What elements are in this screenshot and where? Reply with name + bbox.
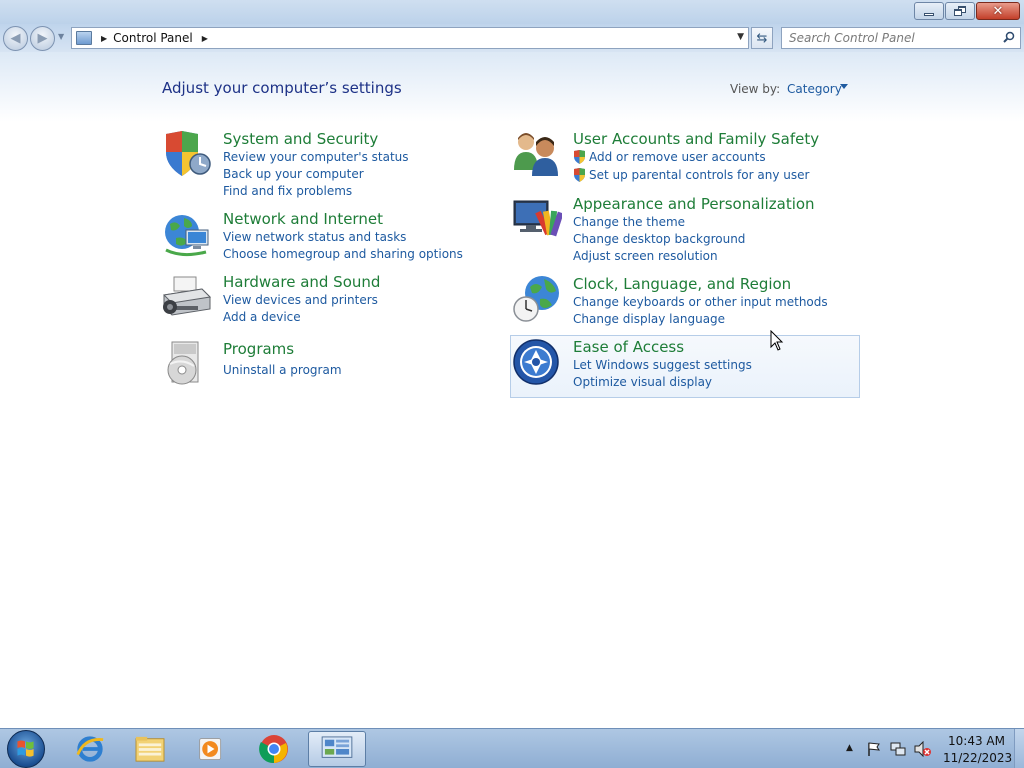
task-link[interactable]: Change display language <box>573 312 725 326</box>
breadcrumb-arrow-icon[interactable]: ▶ <box>101 34 107 43</box>
folder-icon <box>135 736 165 762</box>
refresh-button[interactable]: ⇆ <box>751 27 773 49</box>
address-bar[interactable]: ▶ Control Panel ▶ ▼ <box>71 27 749 49</box>
task-link[interactable]: Set up parental controls for any user <box>589 168 809 182</box>
refresh-icon: ⇆ <box>756 30 768 46</box>
category-hardware-and-sound: Hardware and Sound View devices and prin… <box>162 273 462 325</box>
ease-of-access-icon[interactable] <box>512 338 562 386</box>
start-button[interactable] <box>7 730 45 768</box>
clock-time[interactable]: 10:43 AM <box>948 734 1005 748</box>
task-link[interactable]: Add or remove user accounts <box>589 150 766 164</box>
category-title[interactable]: Network and Internet <box>223 210 383 228</box>
chrome-icon <box>259 735 288 764</box>
category-network-and-internet: Network and Internet View network status… <box>162 210 463 262</box>
category-title[interactable]: Appearance and Personalization <box>573 195 815 213</box>
content-area: Adjust your computer’s settings View by:… <box>0 52 1024 728</box>
taskbar-control-panel[interactable] <box>308 731 366 767</box>
forward-button[interactable]: ▶ <box>30 26 55 51</box>
volume-muted-icon[interactable] <box>914 741 932 757</box>
task-link[interactable]: Change keyboards or other input methods <box>573 295 828 309</box>
breadcrumb-arrow-icon[interactable]: ▶ <box>202 34 208 43</box>
address-history-dropdown[interactable]: ▼ <box>737 32 744 42</box>
search-box[interactable] <box>781 27 1021 49</box>
taskbar: ▲ 10:43 AM 11/22/2023 <box>0 728 1024 768</box>
category-title[interactable]: Clock, Language, and Region <box>573 275 791 293</box>
monitor-palette-icon[interactable] <box>512 195 562 243</box>
restore-button[interactable] <box>945 2 975 20</box>
category-title[interactable]: Hardware and Sound <box>223 273 380 291</box>
clock-globe-icon[interactable] <box>512 275 562 323</box>
breadcrumb-control-panel[interactable]: Control Panel <box>113 31 193 45</box>
category-title[interactable]: Programs <box>223 340 294 358</box>
restore-icon <box>954 6 966 16</box>
task-link[interactable]: Review your computer's status <box>223 150 409 164</box>
taskbar-windows-explorer[interactable] <box>121 731 179 767</box>
control-panel-icon <box>321 736 353 758</box>
view-by-dropdown[interactable]: Category <box>787 82 842 96</box>
minimize-icon <box>924 12 934 16</box>
view-by-label: View by: <box>730 82 781 96</box>
task-link[interactable]: Let Windows suggest settings <box>573 358 752 372</box>
chevron-down-icon[interactable] <box>840 84 848 89</box>
programs-disc-icon[interactable] <box>162 340 212 388</box>
windows-logo-icon <box>17 740 34 757</box>
category-user-accounts: User Accounts and Family Safety Add or r… <box>512 130 832 184</box>
caption-buttons: ✕ <box>914 2 1020 20</box>
printer-speaker-icon[interactable] <box>162 273 212 321</box>
media-player-icon <box>199 738 222 760</box>
title-bar: ✕ <box>0 0 1024 24</box>
back-arrow-icon: ◀ <box>10 31 21 46</box>
recent-pages-dropdown[interactable]: ▼ <box>58 32 64 41</box>
category-appearance: Appearance and Personalization Change th… <box>512 195 832 263</box>
close-button[interactable]: ✕ <box>976 2 1020 20</box>
network-globe-icon[interactable] <box>162 210 212 258</box>
clock-date[interactable]: 11/22/2023 <box>943 751 1012 765</box>
network-icon[interactable] <box>890 741 906 757</box>
task-link[interactable]: Find and fix problems <box>223 184 352 198</box>
task-link[interactable]: Change the theme <box>573 215 685 229</box>
search-icon[interactable] <box>1003 31 1015 43</box>
category-system-and-security: System and Security Review your computer… <box>162 130 462 198</box>
category-ease-of-access: Ease of Access Let Windows suggest setti… <box>512 338 832 390</box>
uac-shield-icon <box>574 168 585 182</box>
taskbar-google-chrome[interactable] <box>245 731 303 767</box>
task-link[interactable]: Optimize visual display <box>573 375 712 389</box>
task-link[interactable]: Change desktop background <box>573 232 745 246</box>
shield-security-icon[interactable] <box>162 130 212 178</box>
category-title[interactable]: System and Security <box>223 130 378 148</box>
back-button[interactable]: ◀ <box>3 26 28 51</box>
task-link[interactable]: View devices and printers <box>223 293 378 307</box>
close-icon: ✕ <box>992 3 1004 19</box>
task-link[interactable]: View network status and tasks <box>223 230 406 244</box>
page-title: Adjust your computer’s settings <box>162 79 402 97</box>
task-link[interactable]: Adjust screen resolution <box>573 249 718 263</box>
category-programs: Programs Uninstall a program <box>162 340 462 392</box>
category-clock-language-region: Clock, Language, and Region Change keybo… <box>512 275 832 327</box>
search-input[interactable] <box>789 28 999 48</box>
show-desktop-button[interactable] <box>1014 729 1024 768</box>
address-bar-row: ◀ ▶ ▼ ▶ Control Panel ▶ ▼ ⇆ <box>0 24 1024 52</box>
taskbar-internet-explorer[interactable] <box>61 731 119 767</box>
task-link[interactable]: Choose homegroup and sharing options <box>223 247 463 261</box>
taskbar-windows-media-player[interactable] <box>182 731 240 767</box>
uac-shield-icon <box>574 150 585 164</box>
forward-arrow-icon: ▶ <box>37 31 48 46</box>
category-title[interactable]: User Accounts and Family Safety <box>573 130 819 148</box>
control-panel-icon <box>76 31 92 45</box>
mouse-cursor-icon <box>770 330 784 351</box>
task-link[interactable]: Add a device <box>223 310 301 324</box>
action-center-flag-icon[interactable] <box>866 741 882 757</box>
show-hidden-icons-button[interactable]: ▲ <box>846 743 853 753</box>
minimize-button[interactable] <box>914 2 944 20</box>
task-link[interactable]: Uninstall a program <box>223 363 342 377</box>
internet-explorer-icon <box>76 736 104 762</box>
category-title[interactable]: Ease of Access <box>573 338 684 356</box>
users-icon[interactable] <box>512 130 562 178</box>
task-link[interactable]: Back up your computer <box>223 167 364 181</box>
